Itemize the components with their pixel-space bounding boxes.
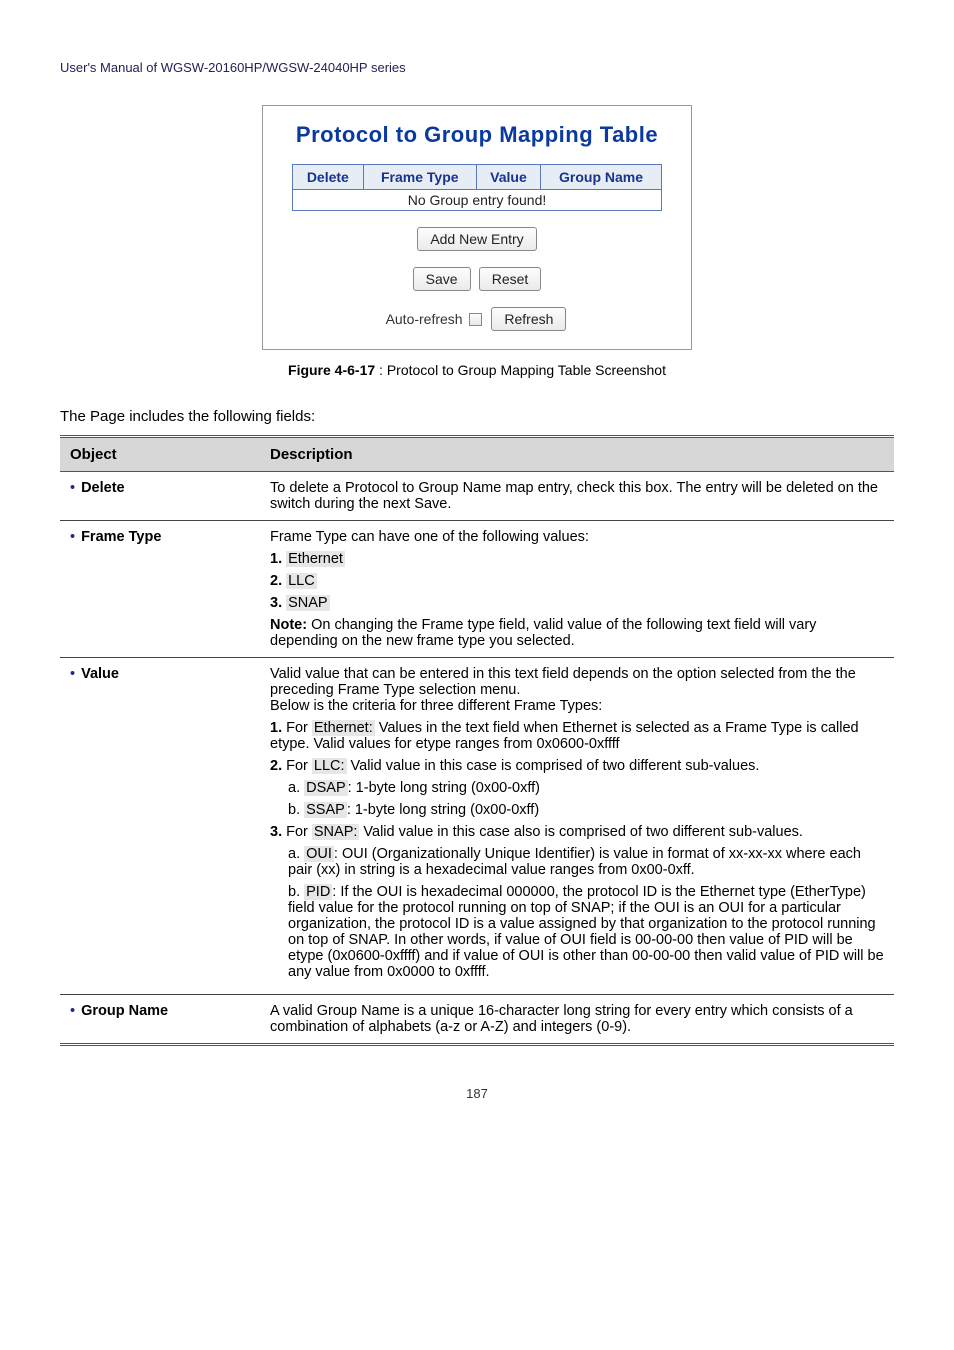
figure-panel: Protocol to Group Mapping Table Delete F… (262, 105, 692, 350)
table-row: •DeleteTo delete a Protocol to Group Nam… (60, 472, 894, 521)
object-cell: •Frame Type (60, 521, 260, 658)
figure-title: Protocol to Group Mapping Table (283, 122, 671, 148)
doc-title: User's Manual of WGSW-20160HP/WGSW-24040… (60, 60, 406, 75)
add-new-entry-button[interactable]: Add New Entry (417, 227, 536, 251)
col-delete: Delete (293, 165, 364, 190)
object-cell: •Group Name (60, 995, 260, 1045)
auto-refresh-row: Auto-refresh Refresh (283, 307, 671, 331)
col-group-name: Group Name (541, 165, 662, 190)
col-frame-type: Frame Type (363, 165, 476, 190)
object-cell: •Delete (60, 472, 260, 521)
save-button[interactable]: Save (413, 267, 471, 291)
button-row-add: Add New Entry (283, 227, 671, 251)
object-table: Object Description •DeleteTo delete a Pr… (60, 435, 894, 1046)
description-cell: Valid value that can be entered in this … (260, 658, 894, 995)
figure-caption-bold: Figure 4-6-17 (288, 362, 375, 378)
page-intro: The Page includes the following fields: (60, 408, 894, 425)
mapping-table: Delete Frame Type Value Group Name No Gr… (292, 164, 662, 211)
reset-button[interactable]: Reset (479, 267, 542, 291)
header-description: Description (260, 437, 894, 472)
page-number: 187 (60, 1086, 894, 1101)
table-row: •Group NameA valid Group Name is a uniqu… (60, 995, 894, 1045)
auto-refresh-checkbox[interactable] (469, 313, 482, 326)
object-cell: •Value (60, 658, 260, 995)
empty-message: No Group entry found! (293, 190, 662, 211)
figure-caption-rest: : Protocol to Group Mapping Table Screen… (375, 362, 666, 378)
description-cell: Frame Type can have one of the following… (260, 521, 894, 658)
description-cell: To delete a Protocol to Group Name map e… (260, 472, 894, 521)
button-row-save-reset: Save Reset (283, 267, 671, 291)
table-row: •Frame TypeFrame Type can have one of th… (60, 521, 894, 658)
header-object: Object (60, 437, 260, 472)
page-header: User's Manual of WGSW-20160HP/WGSW-24040… (60, 60, 894, 75)
figure-caption: Figure 4-6-17 : Protocol to Group Mappin… (60, 362, 894, 378)
table-row: •ValueValid value that can be entered in… (60, 658, 894, 995)
refresh-button[interactable]: Refresh (491, 307, 566, 331)
description-cell: A valid Group Name is a unique 16-charac… (260, 995, 894, 1045)
col-value: Value (476, 165, 540, 190)
auto-refresh-label: Auto-refresh (386, 311, 463, 327)
